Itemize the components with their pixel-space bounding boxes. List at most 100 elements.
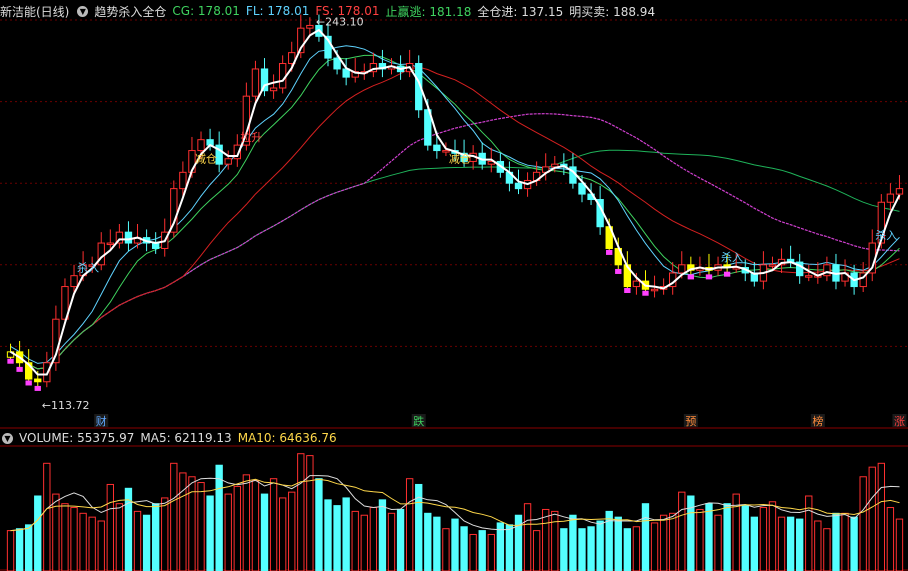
volume-bar xyxy=(133,510,142,571)
trend-line xyxy=(9,28,901,376)
volume-bar xyxy=(260,493,269,571)
volume-bar xyxy=(460,526,468,571)
volume-bar xyxy=(886,507,895,571)
candle-body xyxy=(632,280,641,288)
volume-bar xyxy=(650,522,659,571)
volume-bar xyxy=(88,516,96,571)
volume-bar xyxy=(705,503,713,571)
volume-bar xyxy=(487,533,495,571)
volume-bar xyxy=(179,472,187,571)
volume-bar xyxy=(433,516,441,571)
volume-bar xyxy=(805,495,813,571)
volume-bar xyxy=(560,528,568,571)
signal-label: 减仓 xyxy=(195,152,217,166)
ma10-line xyxy=(10,54,900,370)
signal-bar xyxy=(615,268,622,274)
volume-bar xyxy=(786,516,795,571)
volume-bar xyxy=(52,493,60,571)
volume-bar xyxy=(115,503,124,571)
volume-bar xyxy=(224,493,232,571)
signal-bar xyxy=(16,366,23,372)
volume-bar xyxy=(306,455,314,571)
signal-bar xyxy=(624,288,631,293)
marker-label: 涨 xyxy=(894,415,905,428)
volume-bar xyxy=(324,499,332,571)
marker-label: 榜 xyxy=(812,414,823,428)
volume-bar xyxy=(442,528,450,571)
volume-bar xyxy=(405,478,414,571)
low-price-label: ←113.72 xyxy=(42,399,90,412)
candle-body xyxy=(179,171,187,190)
volume-bar xyxy=(342,497,350,571)
volume-bar xyxy=(6,530,15,571)
volume-value: VOLUME: 55375.97 xyxy=(19,431,135,445)
volume-bar xyxy=(61,503,69,571)
candle-body xyxy=(70,275,78,288)
volume-bar xyxy=(151,503,160,571)
volume-bar xyxy=(242,474,251,571)
volume-bar xyxy=(669,512,677,571)
candle-body xyxy=(269,87,278,92)
volume-bar xyxy=(288,491,296,571)
volume-bar xyxy=(360,514,368,571)
volume-bar xyxy=(623,528,632,571)
price-chart[interactable]: ←243.10←113.72杀入减仓拉升减仓杀入杀入财跌预榜涨 xyxy=(0,0,908,571)
volume-bar xyxy=(387,512,396,571)
signal-bar xyxy=(606,249,613,255)
volume-bar xyxy=(832,512,840,571)
high-price-label: ←243.10 xyxy=(316,15,364,28)
volume-bar xyxy=(578,528,586,571)
volume-menu-icon[interactable]: ▼ xyxy=(2,432,13,444)
volume-bar xyxy=(233,485,241,571)
volume-bar xyxy=(70,507,78,571)
volume-bar xyxy=(632,526,641,571)
volume-bar xyxy=(759,507,768,571)
marker-label: 预 xyxy=(685,415,696,428)
volume-bar xyxy=(777,516,786,571)
volume-bar xyxy=(523,503,532,571)
volume-bar xyxy=(369,507,378,571)
volume-bar xyxy=(841,512,849,571)
volume-bar xyxy=(315,478,323,571)
volume-bar xyxy=(741,505,749,571)
signal-bar xyxy=(34,385,41,391)
signal-bar xyxy=(7,358,14,364)
candle-body xyxy=(251,68,260,97)
volume-bar xyxy=(43,462,51,571)
volume-bar xyxy=(514,514,523,571)
signal-bar xyxy=(25,380,32,386)
volume-bar xyxy=(79,512,87,571)
volume-bar xyxy=(215,464,223,571)
volume-bar xyxy=(378,499,387,571)
volume-bar xyxy=(469,533,477,571)
candle-body xyxy=(124,231,133,244)
candle-body xyxy=(650,288,659,292)
volume-bar xyxy=(750,516,759,571)
candle-body xyxy=(678,264,686,274)
volume-bar xyxy=(351,510,359,571)
volume-bar xyxy=(25,524,33,571)
volume-bar xyxy=(678,491,686,571)
signal-label: 杀入 xyxy=(875,228,897,242)
volume-bar xyxy=(859,476,867,571)
candle-body xyxy=(805,275,813,278)
marker-label: 财 xyxy=(96,414,107,428)
volume-bar xyxy=(297,453,305,571)
volume-bar xyxy=(814,520,822,571)
marker-label: 跌 xyxy=(413,414,424,428)
signal-label: 杀入 xyxy=(721,250,743,264)
ma5-value: MA5: 62119.13 xyxy=(140,431,232,445)
volume-bar xyxy=(596,520,604,571)
volume-bar xyxy=(850,516,858,571)
volume-bar xyxy=(659,514,668,571)
candle-body xyxy=(895,188,904,195)
volume-bar xyxy=(197,482,205,571)
candle-body xyxy=(886,193,895,203)
volume-bar xyxy=(895,518,904,571)
candle-body xyxy=(768,264,777,267)
volume-bar xyxy=(542,508,550,571)
signal-label: 减仓 xyxy=(449,152,471,166)
signal-bar xyxy=(687,274,695,280)
volume-bar xyxy=(424,512,432,571)
volume-bar xyxy=(614,516,622,571)
